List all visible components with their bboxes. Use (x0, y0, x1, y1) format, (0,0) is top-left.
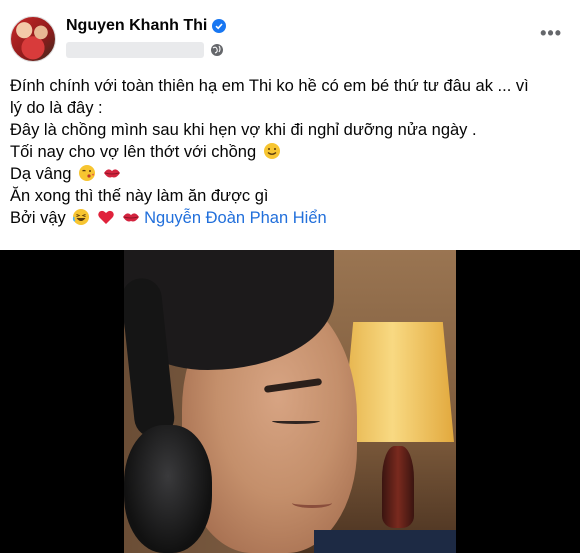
post-line-3: Đây là chồng mình sau khi hẹn vợ khi đi … (10, 121, 477, 139)
person-closed-eye (272, 418, 320, 424)
post-line-1: Đính chính với toàn thiên hạ em Thi ko h… (10, 77, 529, 95)
lamp-base (382, 446, 414, 528)
verified-badge-icon (212, 19, 227, 33)
person-shirt (314, 530, 456, 553)
more-options-button[interactable]: ••• (540, 24, 562, 42)
wink-kiss-emoji-icon (79, 165, 96, 181)
lamp-shade (342, 322, 454, 442)
post-text: Đính chính với toàn thiên hạ em Thi ko h… (10, 75, 570, 229)
blurred-timestamp (66, 42, 204, 58)
author-name-row: Nguyen Khanh Thi (66, 17, 227, 35)
author-name[interactable]: Nguyen Khanh Thi (66, 17, 207, 35)
smile-emoji-icon (263, 143, 280, 159)
person-mouth (292, 498, 332, 508)
author-avatar[interactable] (10, 16, 56, 62)
post-line-2: lý do là đây : (10, 99, 103, 117)
post-line-4: Tối nay cho vợ lên thớt với chồng (10, 141, 570, 163)
facebook-post: Nguyen Khanh Thi ••• Đính chính với toàn… (0, 0, 580, 553)
lips-emoji-icon (122, 213, 139, 222)
post-line-6: Ăn xong thì thế này làm ăn được gì (10, 187, 269, 205)
post-line-4-text: Tối nay cho vợ lên thớt với chồng (10, 143, 257, 161)
post-meta (66, 42, 224, 58)
headphone-earcup (124, 425, 212, 553)
post-line-5: Dạ vâng (10, 163, 570, 185)
globe-icon[interactable] (210, 43, 224, 57)
post-line-7-text: Bởi vậy (10, 209, 66, 227)
red-heart-emoji-icon (98, 210, 114, 224)
laughing-emoji-icon (73, 209, 90, 225)
mention-link[interactable]: Nguyễn Đoàn Phan Hiển (144, 209, 327, 227)
post-photo[interactable] (0, 250, 580, 553)
post-line-7: Bởi vậy Nguyễn Đoàn Phan Hiển (10, 207, 570, 229)
post-line-5-text: Dạ vâng (10, 165, 72, 183)
photo-image (124, 250, 456, 553)
lips-emoji-icon (103, 169, 120, 178)
